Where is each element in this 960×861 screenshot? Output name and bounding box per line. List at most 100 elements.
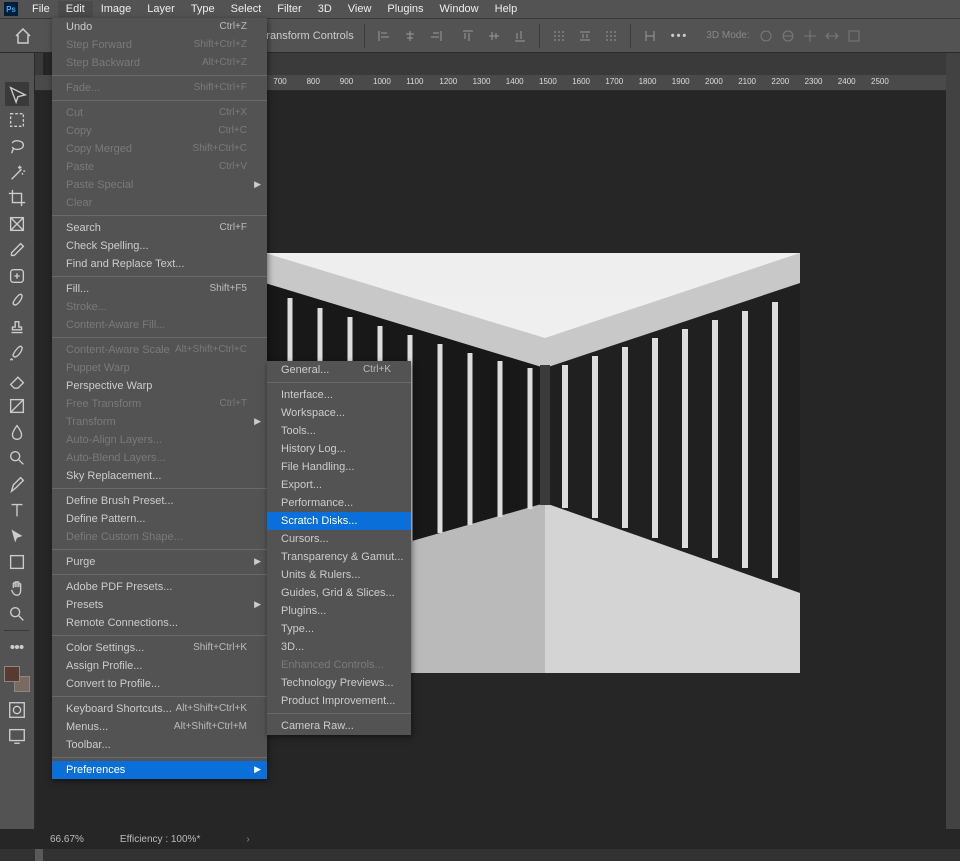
- lasso-tool[interactable]: [5, 134, 29, 158]
- prefs-menu-plugins[interactable]: Plugins...: [267, 602, 411, 620]
- edit-menu-remote-connections[interactable]: Remote Connections...: [52, 614, 267, 632]
- pan-icon[interactable]: [802, 28, 818, 44]
- hand-tool[interactable]: [5, 576, 29, 600]
- ruler-origin[interactable]: [35, 75, 53, 91]
- distribute-top-icon[interactable]: [547, 24, 571, 48]
- quickmask-tool[interactable]: [5, 698, 29, 722]
- shape-tool[interactable]: [5, 550, 29, 574]
- prefs-menu-history-log[interactable]: History Log...: [267, 440, 411, 458]
- prefs-menu-guides-grid-slices[interactable]: Guides, Grid & Slices...: [267, 584, 411, 602]
- pen-tool[interactable]: [5, 472, 29, 496]
- edit-menu-step-backward: Step BackwardAlt+Ctrl+Z: [52, 54, 267, 72]
- home-button[interactable]: [4, 22, 42, 50]
- right-panels-collapsed[interactable]: [946, 53, 960, 829]
- edit-menu-presets[interactable]: Presets▶: [52, 596, 267, 614]
- screenmode-tool[interactable]: [5, 724, 29, 748]
- menu-view[interactable]: View: [340, 1, 380, 17]
- edit-menu-define-pattern[interactable]: Define Pattern...: [52, 510, 267, 528]
- prefs-menu-transparency-gamut[interactable]: Transparency & Gamut...: [267, 548, 411, 566]
- zoom-level[interactable]: 66.67%: [50, 834, 84, 845]
- roll-icon[interactable]: [780, 28, 796, 44]
- eyedropper-tool[interactable]: [5, 238, 29, 262]
- color-swatches[interactable]: [4, 666, 30, 692]
- prefs-menu-product-improvement[interactable]: Product Improvement...: [267, 692, 411, 710]
- path-select-tool[interactable]: [5, 524, 29, 548]
- menu-file[interactable]: File: [24, 1, 58, 17]
- menu-3d[interactable]: 3D: [310, 1, 340, 17]
- crop-tool[interactable]: [5, 186, 29, 210]
- prefs-menu-3d[interactable]: 3D...: [267, 638, 411, 656]
- prefs-menu-file-handling[interactable]: File Handling...: [267, 458, 411, 476]
- move-tool[interactable]: [5, 82, 29, 106]
- history-brush-tool[interactable]: [5, 342, 29, 366]
- menu-type[interactable]: Type: [183, 1, 223, 17]
- prefs-menu-general[interactable]: General...Ctrl+K: [267, 361, 411, 379]
- eraser-tool[interactable]: [5, 368, 29, 392]
- edit-menu-undo[interactable]: UndoCtrl+Z: [52, 18, 267, 36]
- edit-menu-convert-to-profile[interactable]: Convert to Profile...: [52, 675, 267, 693]
- menu-window[interactable]: Window: [432, 1, 487, 17]
- edit-menu-adobe-pdf-presets[interactable]: Adobe PDF Presets...: [52, 578, 267, 596]
- menu-edit[interactable]: Edit: [58, 1, 93, 17]
- orbit-icon[interactable]: [758, 28, 774, 44]
- align-top-icon[interactable]: [456, 24, 480, 48]
- gradient-tool[interactable]: [5, 394, 29, 418]
- stamp-tool[interactable]: [5, 316, 29, 340]
- efficiency-readout[interactable]: Efficiency : 100%*: [120, 834, 200, 845]
- frame-tool[interactable]: [5, 212, 29, 236]
- prefs-menu-interface[interactable]: Interface...: [267, 386, 411, 404]
- edit-menu-search[interactable]: SearchCtrl+F: [52, 219, 267, 237]
- edit-menu-perspective-warp[interactable]: Perspective Warp: [52, 377, 267, 395]
- menu-layer[interactable]: Layer: [139, 1, 183, 17]
- edit-menu-toolbar[interactable]: Toolbar...: [52, 736, 267, 754]
- prefs-menu-export[interactable]: Export...: [267, 476, 411, 494]
- edit-menu-define-brush-preset[interactable]: Define Brush Preset...: [52, 492, 267, 510]
- dodge-tool[interactable]: [5, 446, 29, 470]
- align-bottom-icon[interactable]: [508, 24, 532, 48]
- edit-menu-fill[interactable]: Fill...Shift+F5: [52, 280, 267, 298]
- prefs-menu-units-rulers[interactable]: Units & Rulers...: [267, 566, 411, 584]
- align-left-icon[interactable]: [372, 24, 396, 48]
- brush-tool[interactable]: [5, 290, 29, 314]
- align-center-v-icon[interactable]: [482, 24, 506, 48]
- edit-menu-check-spelling[interactable]: Check Spelling...: [52, 237, 267, 255]
- prefs-menu-cursors[interactable]: Cursors...: [267, 530, 411, 548]
- zoom-3d-icon[interactable]: [846, 28, 862, 44]
- edit-menu-menus[interactable]: Menus...Alt+Shift+Ctrl+M: [52, 718, 267, 736]
- distribute-center-v-icon[interactable]: [573, 24, 597, 48]
- edit-menu-find-and-replace-text[interactable]: Find and Replace Text...: [52, 255, 267, 273]
- prefs-menu-scratch-disks[interactable]: Scratch Disks...: [267, 512, 411, 530]
- edit-menu-color-settings[interactable]: Color Settings...Shift+Ctrl+K: [52, 639, 267, 657]
- edit-menu-preferences[interactable]: Preferences▶: [52, 761, 267, 779]
- menu-plugins[interactable]: Plugins: [379, 1, 431, 17]
- status-flyout-icon[interactable]: ›: [246, 834, 249, 845]
- wand-tool[interactable]: [5, 160, 29, 184]
- menu-help[interactable]: Help: [487, 1, 526, 17]
- edit-menu-assign-profile[interactable]: Assign Profile...: [52, 657, 267, 675]
- align-right-icon[interactable]: [424, 24, 448, 48]
- prefs-menu-type[interactable]: Type...: [267, 620, 411, 638]
- menu-select[interactable]: Select: [223, 1, 270, 17]
- edit-menu-purge[interactable]: Purge▶: [52, 553, 267, 571]
- edit-menu-keyboard-shortcuts[interactable]: Keyboard Shortcuts...Alt+Shift+Ctrl+K: [52, 700, 267, 718]
- edit-menu-copy-merged: Copy MergedShift+Ctrl+C: [52, 140, 267, 158]
- marquee-tool[interactable]: [5, 108, 29, 132]
- distribute-spacing-icon[interactable]: [638, 24, 662, 48]
- heal-tool[interactable]: [5, 264, 29, 288]
- type-tool[interactable]: [5, 498, 29, 522]
- edit-toolbar-tool[interactable]: [5, 635, 29, 659]
- prefs-menu-tools[interactable]: Tools...: [267, 422, 411, 440]
- zoom-tool[interactable]: [5, 602, 29, 626]
- distribute-bottom-icon[interactable]: [599, 24, 623, 48]
- align-center-h-icon[interactable]: [398, 24, 422, 48]
- slide-icon[interactable]: [824, 28, 840, 44]
- more-options-icon[interactable]: •••: [671, 30, 689, 42]
- menu-image[interactable]: Image: [93, 1, 140, 17]
- blur-tool[interactable]: [5, 420, 29, 444]
- edit-menu-sky-replacement[interactable]: Sky Replacement...: [52, 467, 267, 485]
- prefs-menu-performance[interactable]: Performance...: [267, 494, 411, 512]
- prefs-menu-technology-previews[interactable]: Technology Previews...: [267, 674, 411, 692]
- menu-filter[interactable]: Filter: [269, 1, 309, 17]
- prefs-menu-camera-raw[interactable]: Camera Raw...: [267, 717, 411, 735]
- prefs-menu-workspace[interactable]: Workspace...: [267, 404, 411, 422]
